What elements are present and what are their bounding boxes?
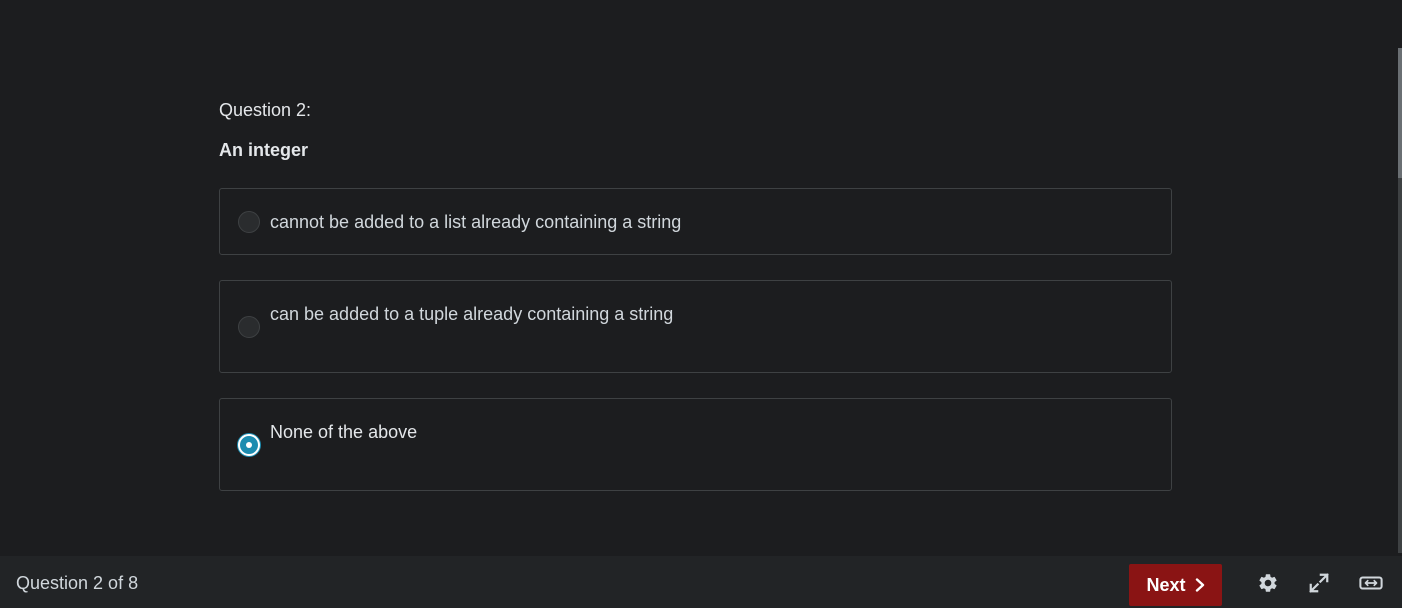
radio-button[interactable] [238, 211, 260, 233]
chevron-right-icon [1195, 578, 1204, 592]
fullscreen-button[interactable] [1307, 572, 1331, 594]
question-prompt: An integer [219, 140, 309, 160]
scrollbar[interactable] [1398, 48, 1402, 553]
answer-option-label: None of the above [270, 422, 418, 442]
question-number: Question 2: [219, 100, 312, 120]
radio-button[interactable] [238, 316, 260, 338]
scrollbar-thumb[interactable] [1398, 48, 1402, 178]
answer-option-2[interactable]: can be added to a tuple already containi… [219, 280, 1172, 373]
gear-icon [1259, 574, 1277, 592]
quiz-footer: Question 2 of 8 Next [0, 556, 1402, 608]
answer-option-label: can be added to a tuple already containi… [270, 304, 674, 324]
question-progress: Question 2 of 8 [16, 573, 139, 593]
answer-option-3[interactable]: None of the above [219, 398, 1172, 491]
expand-icon [1309, 573, 1329, 593]
settings-button[interactable] [1256, 572, 1280, 594]
radio-button-selected[interactable] [238, 434, 260, 456]
answer-option-1[interactable]: cannot be added to a list already contai… [219, 188, 1172, 255]
wide-screen-button[interactable] [1359, 572, 1383, 594]
quiz-app: Question 2: An integer cannot be added t… [0, 0, 1402, 608]
next-button-label: Next [1146, 574, 1186, 595]
answer-option-label: cannot be added to a list already contai… [270, 212, 682, 232]
next-button[interactable]: Next [1129, 564, 1222, 606]
wide-screen-icon [1359, 576, 1383, 590]
